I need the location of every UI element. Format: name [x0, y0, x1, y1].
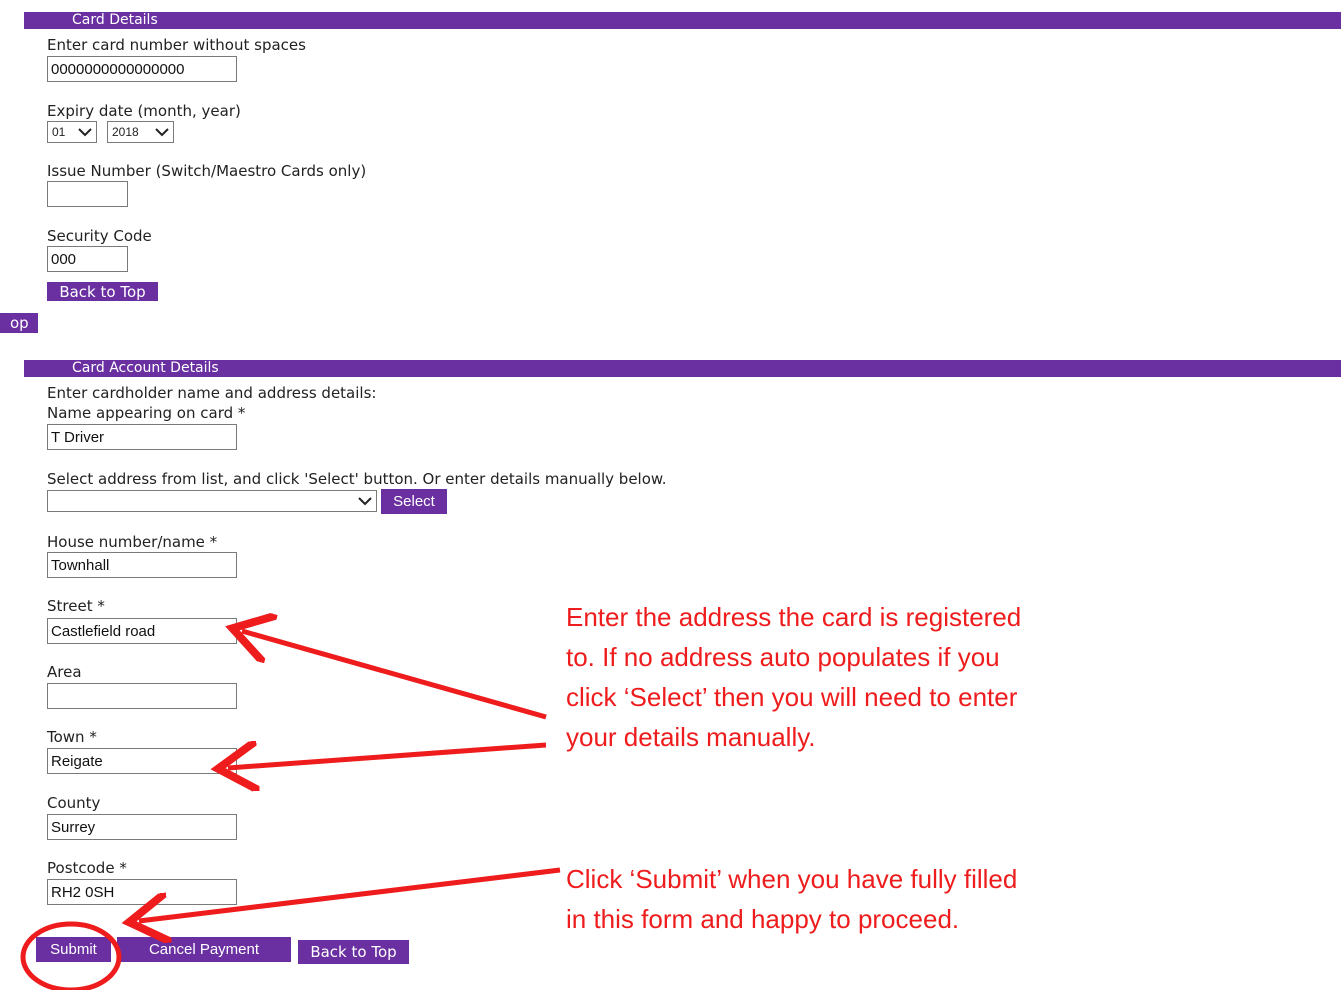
arrow-to-town-field [228, 745, 547, 768]
arrow-to-street-field [242, 631, 547, 720]
submit-highlight-circle [20, 921, 122, 990]
annotation-overlay [20, 0, 561, 990]
arrow-to-submit-button [139, 867, 561, 921]
